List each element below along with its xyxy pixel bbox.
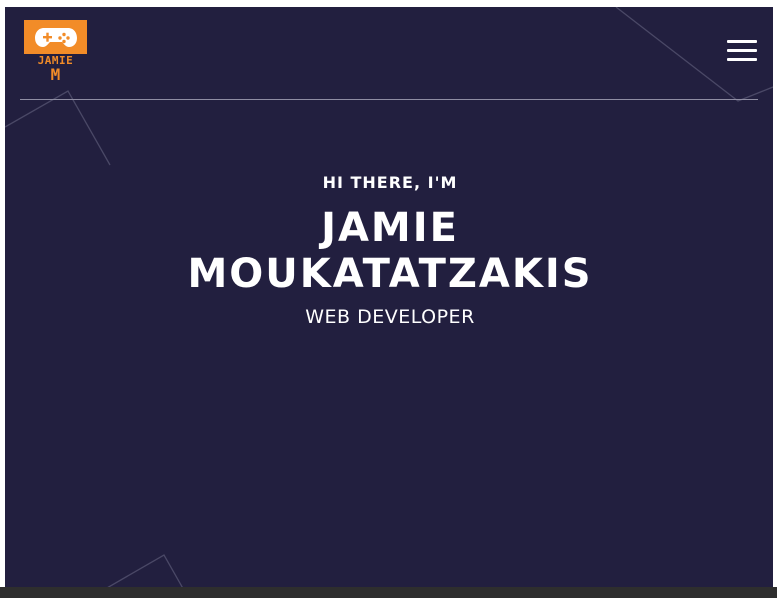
header-divider xyxy=(20,99,758,100)
hamburger-menu-icon[interactable] xyxy=(726,40,758,64)
menu-bar-top xyxy=(727,40,757,43)
gamepad-icon xyxy=(34,28,77,47)
hero-section: HI THERE, I'M JAMIE MOUKATATZAKIS WEB DE… xyxy=(0,170,777,327)
logo-badge xyxy=(24,20,87,54)
hero-name-first: JAMIE xyxy=(321,205,459,251)
deco-line-left xyxy=(5,90,111,166)
logo-text-initial: M xyxy=(50,65,61,84)
menu-bar-middle xyxy=(727,49,757,52)
hero-greeting: HI THERE, I'M xyxy=(322,173,458,192)
hero-role: WEB DEVELOPER xyxy=(305,306,475,328)
deco-line-bottom xyxy=(107,554,183,587)
site-logo[interactable]: JAMIE M xyxy=(24,20,87,84)
menu-bar-bottom xyxy=(727,58,757,61)
hero-name-last: MOUKATATZAKIS xyxy=(187,251,593,297)
hero-name: JAMIE MOUKATATZAKIS xyxy=(0,205,777,297)
horizontal-scrollbar[interactable] xyxy=(0,587,777,598)
